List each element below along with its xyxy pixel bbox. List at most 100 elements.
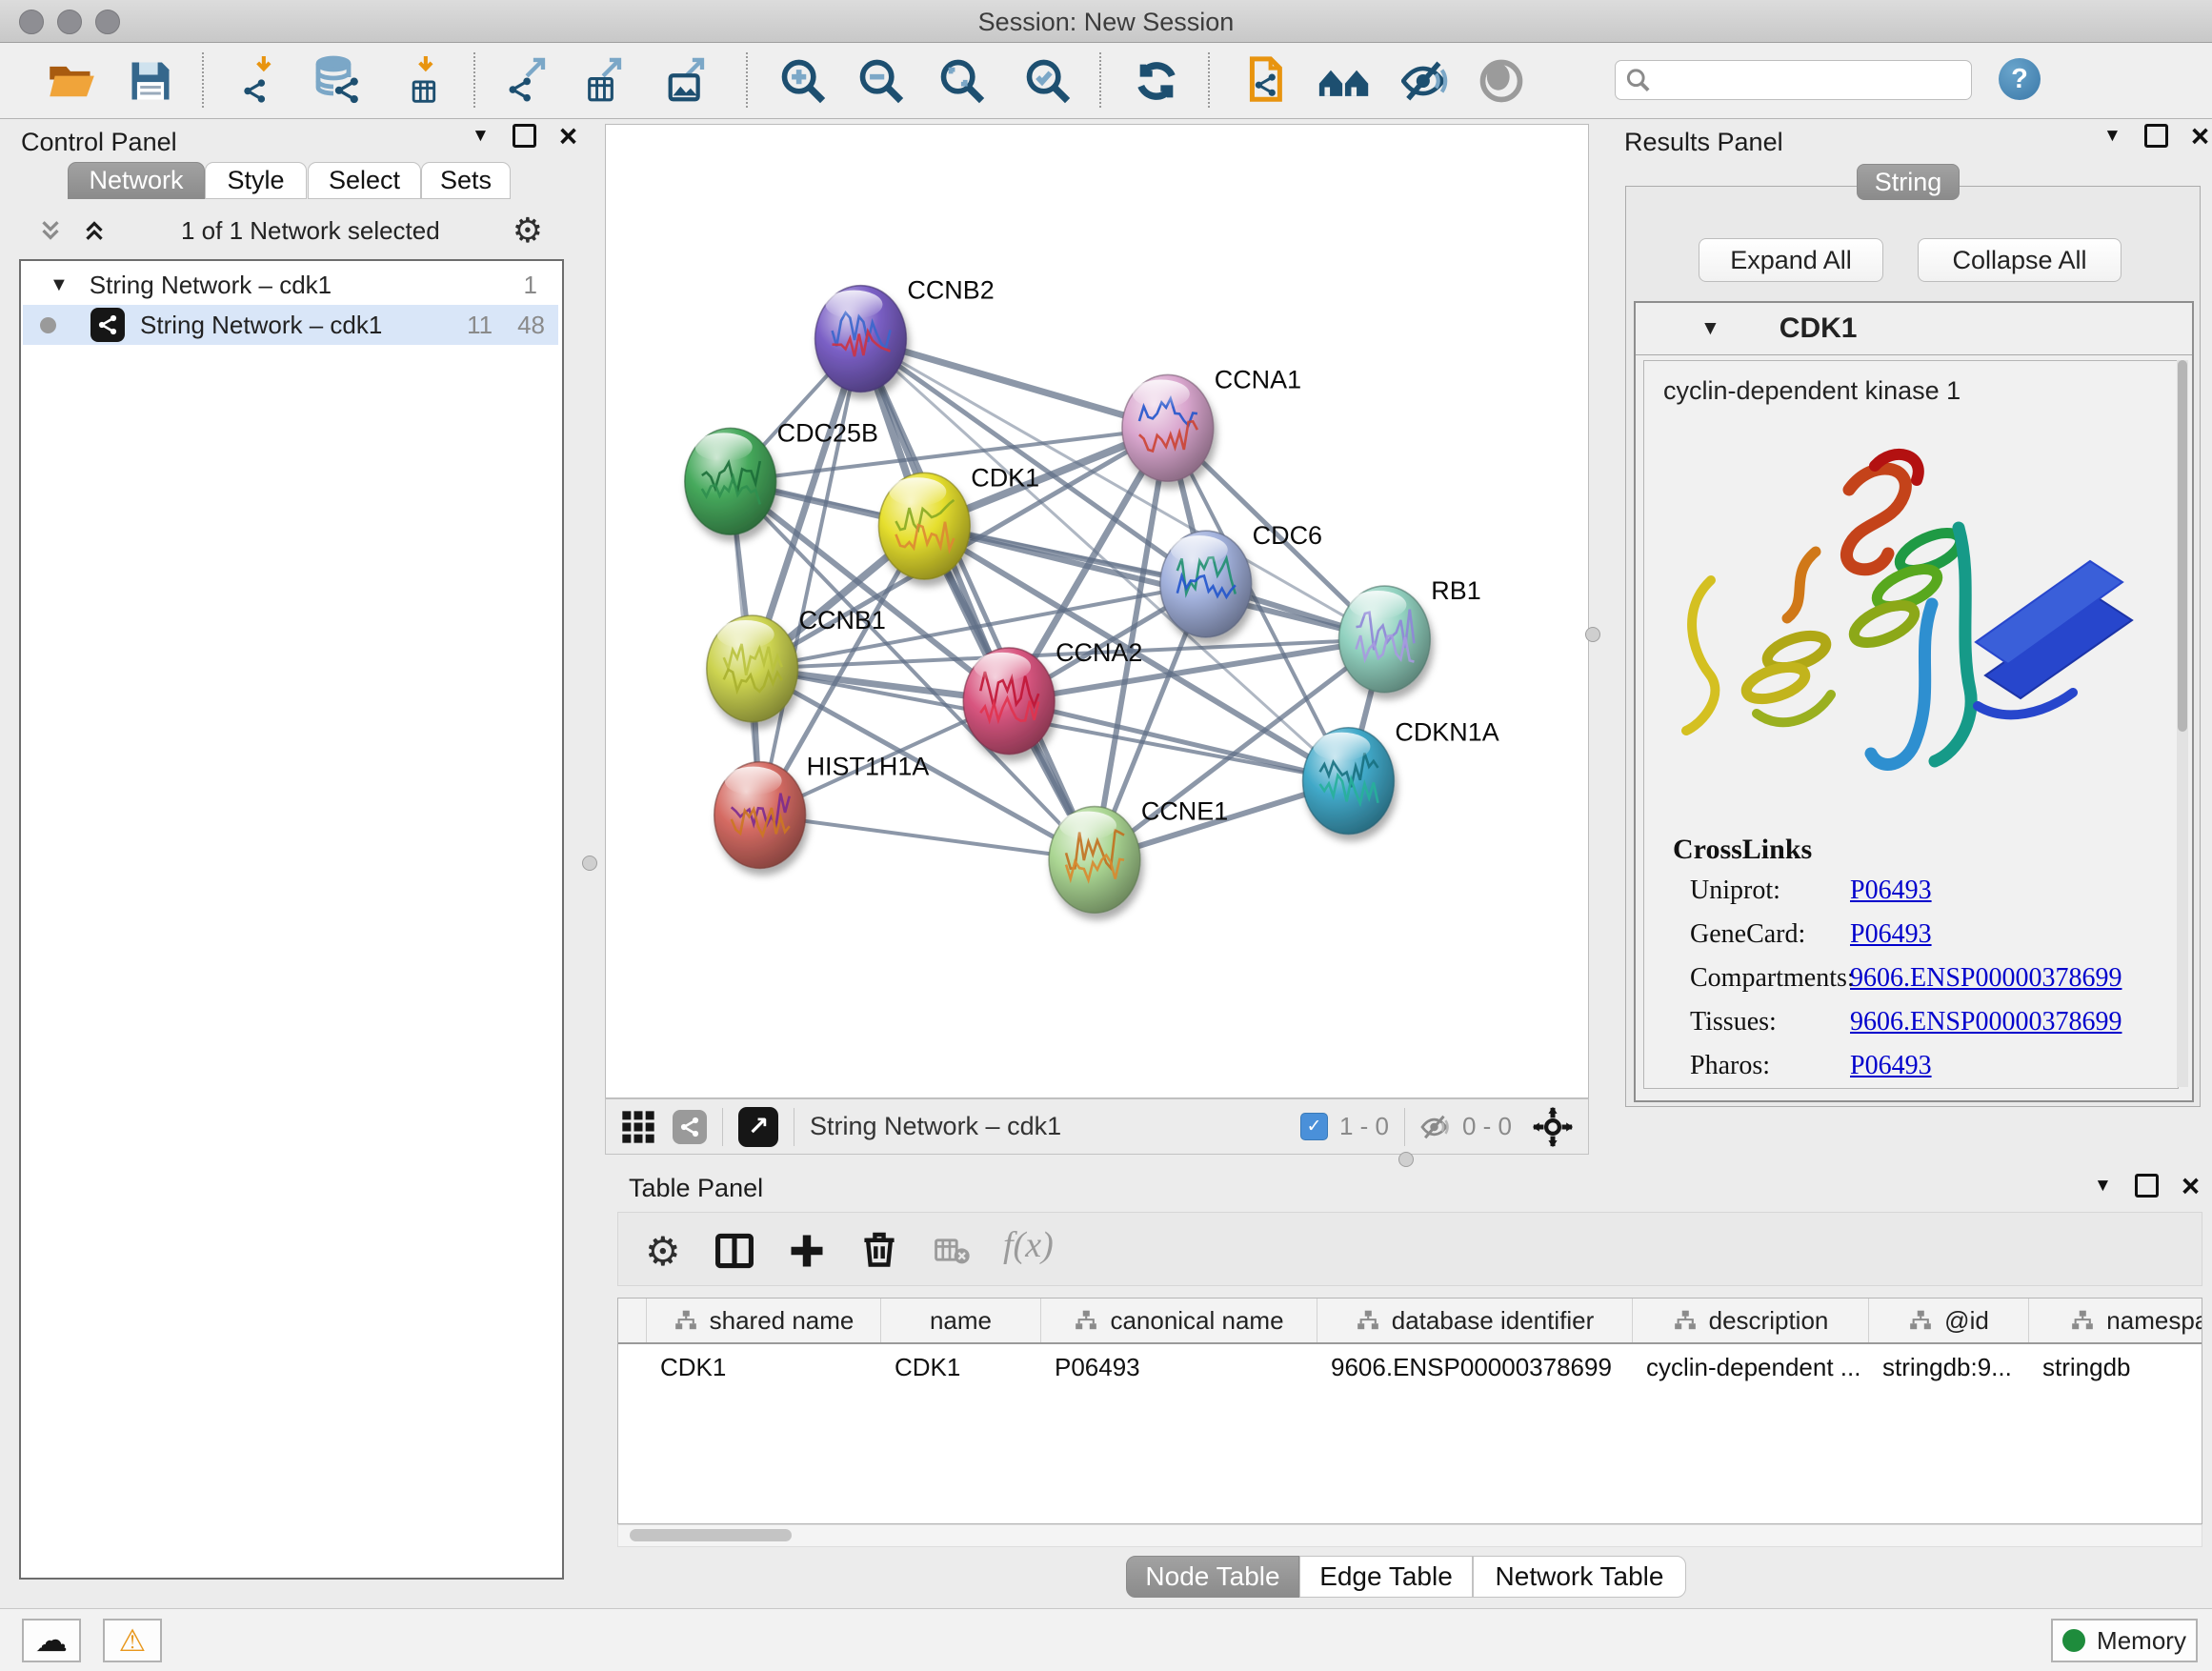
column-header-namespace[interactable]: namespace <box>2029 1299 2202 1342</box>
zoom-out-button[interactable] <box>855 54 908 108</box>
export-network-button[interactable] <box>503 54 556 108</box>
network-node-ccna1[interactable]: CCNA1 <box>1122 365 1301 481</box>
crosslink-value-link[interactable]: P06493 <box>1850 876 1932 906</box>
network-node-hist1h1a[interactable]: HIST1H1A <box>714 753 930 869</box>
collapse-all-button[interactable]: Collapse All <box>1918 238 2122 282</box>
column-header-description[interactable]: description <box>1633 1299 1869 1342</box>
hide-selected-button[interactable] <box>1400 54 1454 108</box>
network-edge[interactable] <box>1009 701 1348 781</box>
panel-close-icon[interactable]: × <box>559 127 577 146</box>
table-cell[interactable]: stringdb <box>2029 1348 2202 1386</box>
network-node-ccnb2[interactable]: CCNB2 <box>815 276 995 393</box>
collection-expand-icon[interactable]: ▼ <box>50 274 69 296</box>
table-settings-gear-icon[interactable]: ⚙ <box>645 1228 681 1275</box>
zoom-selected-button[interactable] <box>1021 54 1075 108</box>
first-neighbors-button[interactable] <box>1317 54 1371 108</box>
crosslink-label: Pharos: <box>1690 1051 1850 1081</box>
network-node-cdkn1a[interactable]: CDKN1A <box>1303 718 1499 835</box>
import-network-database-button[interactable] <box>312 54 366 108</box>
network-snapshot-button[interactable] <box>1237 54 1290 108</box>
show-all-button[interactable] <box>1475 54 1528 108</box>
tab-string[interactable]: String <box>1857 164 1960 200</box>
panel-float-icon[interactable] <box>2135 1174 2159 1198</box>
table-cell[interactable]: cyclin-dependent ... <box>1633 1348 1869 1386</box>
tab-network-table[interactable]: Network Table <box>1473 1556 1686 1598</box>
cloud-status-button[interactable]: ☁ <box>22 1619 81 1662</box>
results-scrollbar-thumb[interactable] <box>2178 360 2187 732</box>
birds-eye-toggle-icon[interactable] <box>1531 1105 1575 1149</box>
selected-checkbox-icon[interactable]: ✓ <box>1300 1113 1328 1140</box>
vertical-splitter-handle[interactable] <box>582 856 597 871</box>
network-collection-row[interactable]: ▼ String Network – cdk1 1 <box>23 265 558 305</box>
table-cell[interactable]: CDK1 <box>647 1348 881 1386</box>
tab-node-table[interactable]: Node Table <box>1126 1556 1299 1598</box>
results-scrollbar[interactable] <box>2177 360 2188 1087</box>
expand-all-button[interactable]: Expand All <box>1699 238 1883 282</box>
network-edge[interactable] <box>860 339 1167 429</box>
panel-menu-icon[interactable]: ▼ <box>472 126 490 147</box>
open-session-button[interactable] <box>45 54 98 108</box>
crosslink-value-link[interactable]: P06493 <box>1850 919 1932 950</box>
import-network-file-button[interactable] <box>236 54 290 108</box>
network-edge[interactable] <box>860 339 1095 860</box>
refresh-view-button[interactable] <box>1130 54 1183 108</box>
network-edge[interactable] <box>760 339 861 815</box>
panel-menu-icon[interactable]: ▼ <box>2103 126 2122 147</box>
network-edge[interactable] <box>760 815 1095 860</box>
grid-view-icon[interactable] <box>619 1108 657 1146</box>
horizontal-splitter-handle[interactable] <box>1398 1152 1414 1167</box>
zoom-fit-button[interactable] <box>935 54 989 108</box>
column-header-canonical-name[interactable]: canonical name <box>1041 1299 1317 1342</box>
panel-close-icon[interactable]: × <box>2182 1177 2200 1196</box>
table-horizontal-scrollbar[interactable] <box>617 1524 2202 1547</box>
table-cell[interactable]: stringdb:9... <box>1869 1348 2029 1386</box>
tab-edge-table[interactable]: Edge Table <box>1299 1556 1473 1598</box>
panel-menu-icon[interactable]: ▼ <box>2094 1176 2112 1197</box>
column-header-name[interactable]: name <box>881 1299 1041 1342</box>
tab-style[interactable]: Style <box>205 162 307 199</box>
table-cell[interactable]: CDK1 <box>881 1348 1041 1386</box>
tab-network[interactable]: Network <box>68 162 205 199</box>
zoom-in-button[interactable] <box>776 54 830 108</box>
column-header-shared-name[interactable]: shared name <box>647 1299 881 1342</box>
tab-select[interactable]: Select <box>308 162 421 199</box>
tab-sets[interactable]: Sets <box>421 162 511 199</box>
crosslink-value-link[interactable]: P06493 <box>1850 1051 1932 1081</box>
panel-float-icon[interactable] <box>2144 124 2168 148</box>
network-node-rb1[interactable]: RB1 <box>1339 576 1481 693</box>
delete-column-trash-icon[interactable] <box>858 1228 900 1270</box>
warnings-button[interactable]: ⚠ <box>103 1619 162 1662</box>
table-cell[interactable]: P06493 <box>1041 1348 1317 1386</box>
network-node-ccne1[interactable]: CCNE1 <box>1049 797 1228 914</box>
scrollbar-thumb[interactable] <box>630 1529 792 1541</box>
crosslink-value-link[interactable]: 9606.ENSP00000378699 <box>1850 1007 2122 1037</box>
collapse-card-icon[interactable]: ▼ <box>1700 317 1720 340</box>
help-button[interactable]: ? <box>1999 58 2041 100</box>
export-image-button[interactable] <box>662 54 715 108</box>
network-options-gear-icon[interactable]: ⚙ <box>513 211 543 251</box>
table-panel-title: Table Panel <box>629 1174 763 1203</box>
open-in-window-icon[interactable]: ↗ <box>738 1107 778 1147</box>
import-table-file-button[interactable] <box>398 54 452 108</box>
memory-button[interactable]: Memory <box>2051 1619 2198 1662</box>
column-header-database-identifier[interactable]: database identifier <box>1317 1299 1633 1342</box>
panel-close-icon[interactable]: × <box>2191 127 2209 146</box>
column-browser-icon[interactable] <box>714 1230 755 1272</box>
panel-float-icon[interactable] <box>513 124 536 148</box>
column-header--id[interactable]: @id <box>1869 1299 2029 1342</box>
network-row-selected[interactable]: String Network – cdk1 11 48 <box>23 305 558 345</box>
network-badge-gray[interactable] <box>673 1110 707 1144</box>
network-canvas[interactable]: CCNB2CCNA1CDC25BCDK1CDC6RB1CCNB1CCNA2CDK… <box>605 124 1589 1098</box>
node-table[interactable]: shared namenamecanonical namedatabase id… <box>617 1298 2202 1524</box>
create-column-plus-icon[interactable] <box>786 1230 828 1272</box>
search-input[interactable] <box>1651 66 1961 95</box>
table-cell[interactable]: 9606.ENSP00000378699 <box>1317 1348 1633 1386</box>
expand-all-chevron-icon[interactable] <box>80 216 109 245</box>
protein-card-header[interactable]: ▼ CDK1 <box>1636 303 2192 355</box>
vertical-splitter-handle[interactable] <box>1585 627 1600 642</box>
export-table-button[interactable] <box>579 54 633 108</box>
crosslink-value-link[interactable]: 9606.ENSP00000378699 <box>1850 963 2122 994</box>
save-session-button[interactable] <box>124 54 177 108</box>
network-node-cdk1[interactable]: CDK1 <box>878 463 1039 579</box>
collapse-all-chevron-icon[interactable] <box>36 216 65 245</box>
